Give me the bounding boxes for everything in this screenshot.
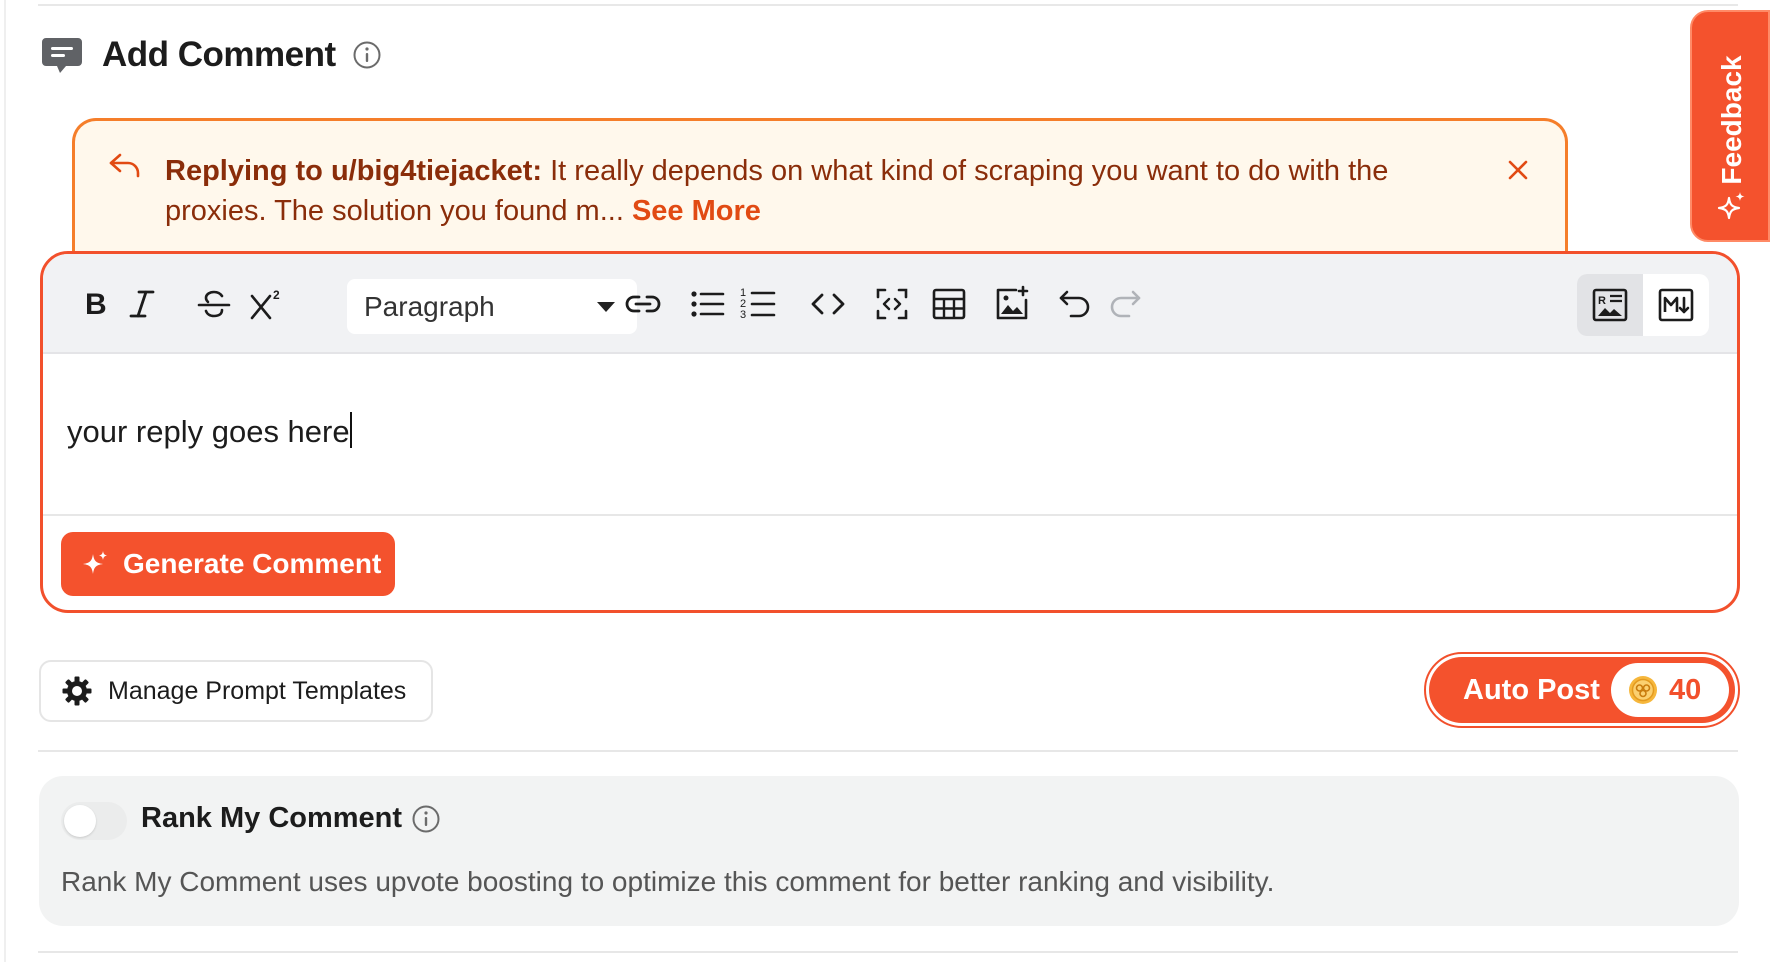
strikethrough-icon	[197, 290, 231, 318]
link-icon	[625, 295, 661, 313]
left-border	[4, 0, 6, 962]
numbered-list-button[interactable]: 123	[734, 280, 782, 328]
table-icon	[932, 288, 966, 320]
insert-image-button[interactable]	[988, 280, 1036, 328]
svg-text:B: B	[85, 288, 107, 321]
feedback-label: Feedback	[1716, 55, 1747, 185]
rank-my-comment-title: Rank My Comment	[141, 802, 403, 834]
credits-count: 40	[1669, 673, 1702, 706]
bullet-list-button[interactable]	[683, 280, 731, 328]
editor-content[interactable]: your reply goes here	[67, 412, 352, 450]
image-icon	[996, 285, 1029, 320]
comment-header: Add Comment	[40, 30, 382, 80]
reply-arrow-icon	[109, 153, 140, 178]
gear-icon	[62, 676, 92, 706]
code-icon	[811, 293, 845, 315]
markdown-icon	[1658, 288, 1694, 322]
svg-text:2: 2	[273, 288, 280, 302]
code-button[interactable]	[804, 280, 852, 328]
rich-text-mode-button[interactable]: R	[1577, 274, 1643, 336]
sparkle-icon	[1717, 192, 1745, 220]
svg-text:R: R	[1598, 295, 1606, 307]
code-block-icon	[876, 288, 908, 320]
superscript-icon: 2	[250, 288, 280, 320]
toggle-knob	[64, 805, 96, 837]
comment-editor: B 2 Paragraph 123 R your reply goes here…	[40, 251, 1740, 613]
info-icon[interactable]	[352, 40, 382, 70]
sparkle-icon	[83, 551, 107, 574]
block-format-select[interactable]: Paragraph	[347, 279, 637, 334]
block-format-value: Paragraph	[364, 290, 495, 322]
manage-prompt-templates-button[interactable]: Manage Prompt Templates	[39, 660, 433, 722]
close-icon[interactable]	[1505, 157, 1531, 183]
auto-post-button[interactable]: Auto Post 40	[1429, 657, 1735, 723]
auto-post-wrapper: Auto Post 40	[1424, 652, 1740, 728]
generate-comment-button[interactable]: Generate Comment	[61, 532, 395, 596]
bold-icon: B	[85, 288, 107, 321]
undo-button[interactable]	[1051, 280, 1099, 328]
svg-text:3: 3	[740, 309, 746, 321]
top-divider	[38, 4, 1738, 6]
undo-icon	[1059, 290, 1090, 318]
markdown-mode-button[interactable]	[1643, 274, 1709, 336]
link-button[interactable]	[619, 280, 667, 328]
chevron-down-icon	[597, 302, 615, 312]
coin-icon	[1629, 676, 1657, 704]
bottom-divider	[38, 951, 1738, 953]
numbered-list-icon: 123	[740, 287, 776, 321]
section-divider	[38, 750, 1738, 752]
reply-excerpt: Replying to u/big4tiejacket: It really d…	[165, 151, 1405, 231]
rich-text-icon: R	[1592, 288, 1628, 322]
italic-button[interactable]	[118, 280, 166, 328]
table-button[interactable]	[925, 280, 973, 328]
strikethrough-button[interactable]	[190, 280, 238, 328]
editor-mode-toggle: R	[1577, 274, 1709, 336]
editor-toolbar: B 2 Paragraph 123 R	[43, 254, 1737, 354]
reply-banner: Replying to u/big4tiejacket: It really d…	[72, 118, 1568, 268]
italic-icon	[129, 290, 155, 318]
bullet-list-icon	[691, 291, 725, 317]
text-cursor	[349, 412, 352, 448]
auto-post-label: Auto Post	[1463, 673, 1600, 706]
chat-bubble-icon	[42, 38, 82, 73]
code-block-button[interactable]	[868, 280, 916, 328]
bold-button[interactable]: B	[69, 280, 117, 328]
credits-badge: 40	[1611, 663, 1729, 717]
generate-comment-label: Generate Comment	[123, 548, 382, 579]
editor-footer-divider	[43, 514, 1737, 516]
reply-author: Replying to u/big4tiejacket:	[165, 155, 543, 187]
rank-my-comment-toggle[interactable]	[61, 802, 127, 840]
page-title: Add Comment	[102, 35, 336, 74]
see-more-link[interactable]: See More	[632, 195, 761, 227]
redo-icon	[1110, 290, 1141, 318]
rank-my-comment-description: Rank My Comment uses upvote boosting to …	[61, 866, 1275, 897]
editor-text: your reply goes here	[67, 414, 350, 449]
info-icon[interactable]	[411, 804, 441, 834]
manage-prompt-templates-label: Manage Prompt Templates	[108, 676, 407, 705]
rank-my-comment-card: Rank My Comment Rank My Comment uses upv…	[39, 776, 1739, 926]
superscript-button[interactable]: 2	[243, 280, 291, 328]
feedback-tab[interactable]: Feedback	[1690, 10, 1770, 242]
redo-button[interactable]	[1101, 280, 1149, 328]
